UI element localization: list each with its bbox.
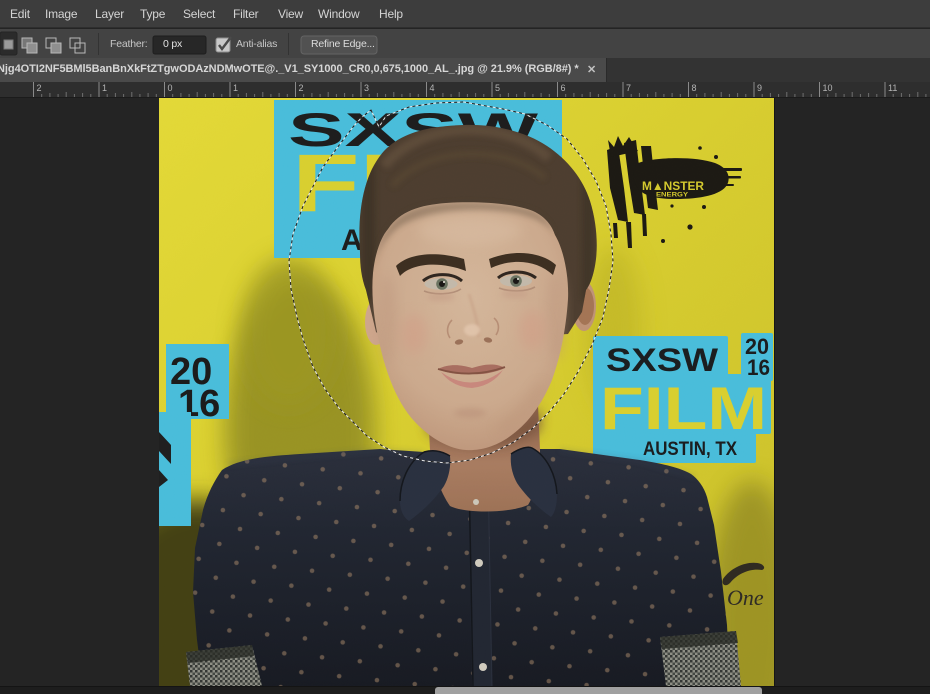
svg-text:0: 0 — [168, 83, 173, 93]
svg-text:10: 10 — [823, 83, 833, 93]
svg-text:6: 6 — [561, 83, 566, 93]
svg-text:1: 1 — [102, 83, 107, 93]
svg-text:1: 1 — [233, 83, 238, 93]
svg-text:4: 4 — [430, 83, 435, 93]
svg-text:7: 7 — [626, 83, 631, 93]
svg-text:3: 3 — [364, 83, 369, 93]
svg-text:11: 11 — [888, 83, 897, 93]
svg-text:9: 9 — [757, 83, 762, 93]
svg-text:2: 2 — [37, 83, 42, 93]
svg-text:2: 2 — [299, 83, 304, 93]
svg-text:8: 8 — [692, 83, 697, 93]
svg-text:5: 5 — [495, 83, 500, 93]
